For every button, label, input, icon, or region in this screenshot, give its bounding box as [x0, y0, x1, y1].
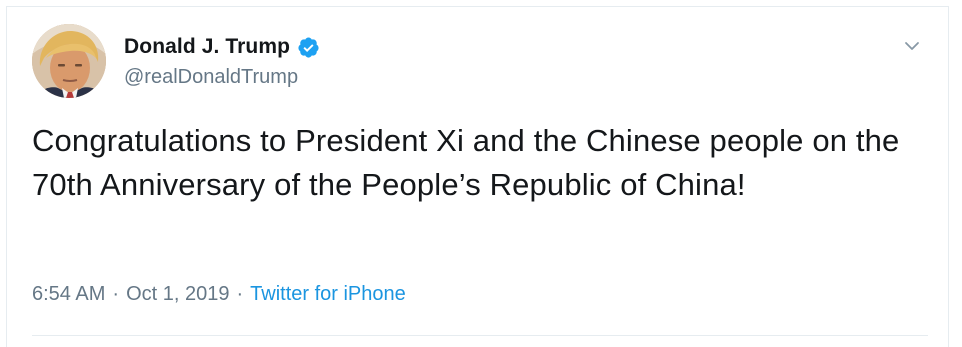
author-name[interactable]: Donald J. Trump — [124, 35, 290, 59]
tweet-card[interactable]: Donald J. Trump @realDonaldTrump Congrat… — [6, 6, 949, 347]
tweet-source-link[interactable]: Twitter for iPhone — [250, 283, 406, 306]
divider — [32, 335, 928, 336]
separator: · — [236, 283, 244, 305]
verified-badge-icon — [297, 36, 320, 59]
author-handle[interactable]: @realDonaldTrump — [124, 66, 320, 89]
tweet-time[interactable]: 6:54 AM — [32, 283, 105, 306]
tweet-date[interactable]: Oct 1, 2019 — [126, 283, 229, 306]
tweet-text: Congratulations to President Xi and the … — [32, 123, 900, 202]
separator: · — [112, 283, 120, 305]
chevron-down-icon[interactable] — [901, 35, 923, 57]
tweet-header: Donald J. Trump @realDonaldTrump — [124, 34, 320, 89]
avatar[interactable] — [32, 24, 106, 98]
tweet-metadata: 6:54 AM · Oct 1, 2019 · Twitter for iPho… — [32, 283, 406, 306]
profile-photo-icon — [32, 24, 106, 98]
